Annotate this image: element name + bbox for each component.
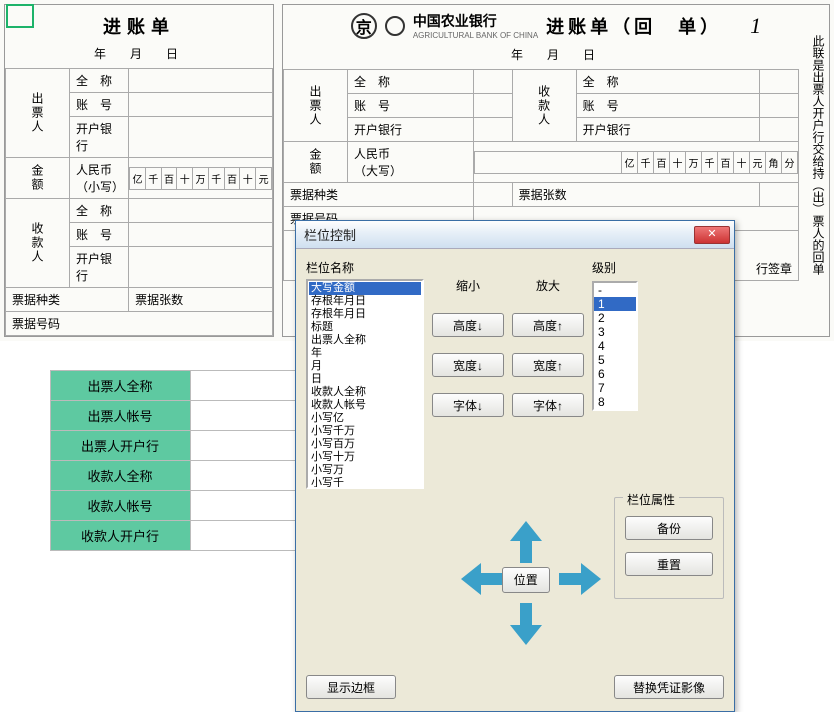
field-item[interactable]: 小写亿: [309, 412, 421, 425]
level-item[interactable]: 2: [594, 311, 636, 325]
field-name-listbox[interactable]: 大写金额存根年月日存根年月日标题出票人全称年月日收款人全称收款人帐号小写亿小写千…: [306, 279, 424, 489]
replace-image-button[interactable]: 替换凭证影像: [614, 675, 724, 699]
field-item[interactable]: 小写十万: [309, 451, 421, 464]
width-up-button[interactable]: 宽度↑: [512, 353, 584, 377]
field-item[interactable]: 出票人全称: [309, 334, 421, 347]
drawer-label: 出票人: [6, 69, 70, 158]
font-down-button[interactable]: 字体↓: [432, 393, 504, 417]
field-item[interactable]: 月: [309, 360, 421, 373]
position-label: 位置: [502, 567, 550, 593]
level-item[interactable]: 6: [594, 367, 636, 381]
field-item[interactable]: 日: [309, 373, 421, 386]
height-down-button[interactable]: 高度↓: [432, 313, 504, 337]
arrow-left-icon[interactable]: [461, 563, 503, 595]
level-item[interactable]: -: [594, 283, 636, 297]
show-border-button[interactable]: 显示边框: [306, 675, 396, 699]
dialog-titlebar[interactable]: 栏位控制 ✕: [296, 221, 734, 249]
sheet-label[interactable]: 出票人开户行: [50, 431, 190, 461]
field-item[interactable]: 年: [309, 347, 421, 360]
slip2-right-note: 此联是出票人开户行交给持（出）票人的回单: [797, 35, 825, 275]
sheet-label[interactable]: 出票人全称: [50, 371, 190, 401]
field-control-dialog: 栏位控制 ✕ 栏位名称 大写金额存根年月日存根年月日标题出票人全称年月日收款人全…: [295, 220, 735, 712]
spreadsheet: 出票人全称出票人帐号出票人开户行收款人全称收款人帐号收款人开户行: [0, 370, 321, 551]
level-item[interactable]: 1: [594, 297, 636, 311]
deposit-slip-left: 进账单 年 月 日 出票人 全 称 账 号 开户银行 金额 人民币（小写） 亿千…: [4, 4, 274, 337]
reset-button[interactable]: 重置: [625, 552, 713, 576]
field-name-label: 栏位名称: [306, 259, 424, 276]
field-item[interactable]: 小写万: [309, 464, 421, 477]
arrow-down-icon[interactable]: [510, 603, 542, 645]
sheet-label[interactable]: 收款人开户行: [50, 521, 190, 551]
field-item[interactable]: 存根年月日: [309, 308, 421, 321]
slip1-date: 年 月 日: [5, 41, 273, 68]
height-up-button[interactable]: 高度↑: [512, 313, 584, 337]
level-item[interactable]: 4: [594, 339, 636, 353]
field-item[interactable]: 小写千万: [309, 425, 421, 438]
level-item[interactable]: 7: [594, 381, 636, 395]
arrow-up-icon[interactable]: [510, 521, 542, 563]
position-pad: 位置: [427, 497, 602, 667]
selection-marker: [6, 4, 34, 28]
level-item[interactable]: 8: [594, 395, 636, 409]
slip1-title: 进账单: [5, 5, 273, 41]
sheet-label[interactable]: 收款人全称: [50, 461, 190, 491]
field-item[interactable]: 收款人帐号: [309, 399, 421, 412]
level-item[interactable]: 3: [594, 325, 636, 339]
field-item[interactable]: 小写百万: [309, 438, 421, 451]
arrow-right-icon[interactable]: [559, 563, 601, 595]
dialog-title: 栏位控制: [304, 225, 694, 244]
field-item[interactable]: 大写金额: [309, 282, 421, 295]
sheet-label[interactable]: 出票人帐号: [50, 401, 190, 431]
field-property-group: 栏位属性 备份 重置: [614, 497, 724, 599]
abc-logo-icon: [385, 16, 405, 36]
jing-stamp: 京: [351, 13, 377, 39]
level-item[interactable]: 5: [594, 353, 636, 367]
field-item[interactable]: 存根年月日: [309, 295, 421, 308]
backup-button[interactable]: 备份: [625, 516, 713, 540]
font-up-button[interactable]: 字体↑: [512, 393, 584, 417]
field-item[interactable]: 收款人全称: [309, 386, 421, 399]
field-item[interactable]: 标题: [309, 321, 421, 334]
width-down-button[interactable]: 宽度↓: [432, 353, 504, 377]
sheet-label[interactable]: 收款人帐号: [50, 491, 190, 521]
close-button[interactable]: ✕: [694, 226, 730, 244]
level-listbox[interactable]: -12345678: [592, 281, 638, 411]
field-item[interactable]: 小写千: [309, 477, 421, 489]
